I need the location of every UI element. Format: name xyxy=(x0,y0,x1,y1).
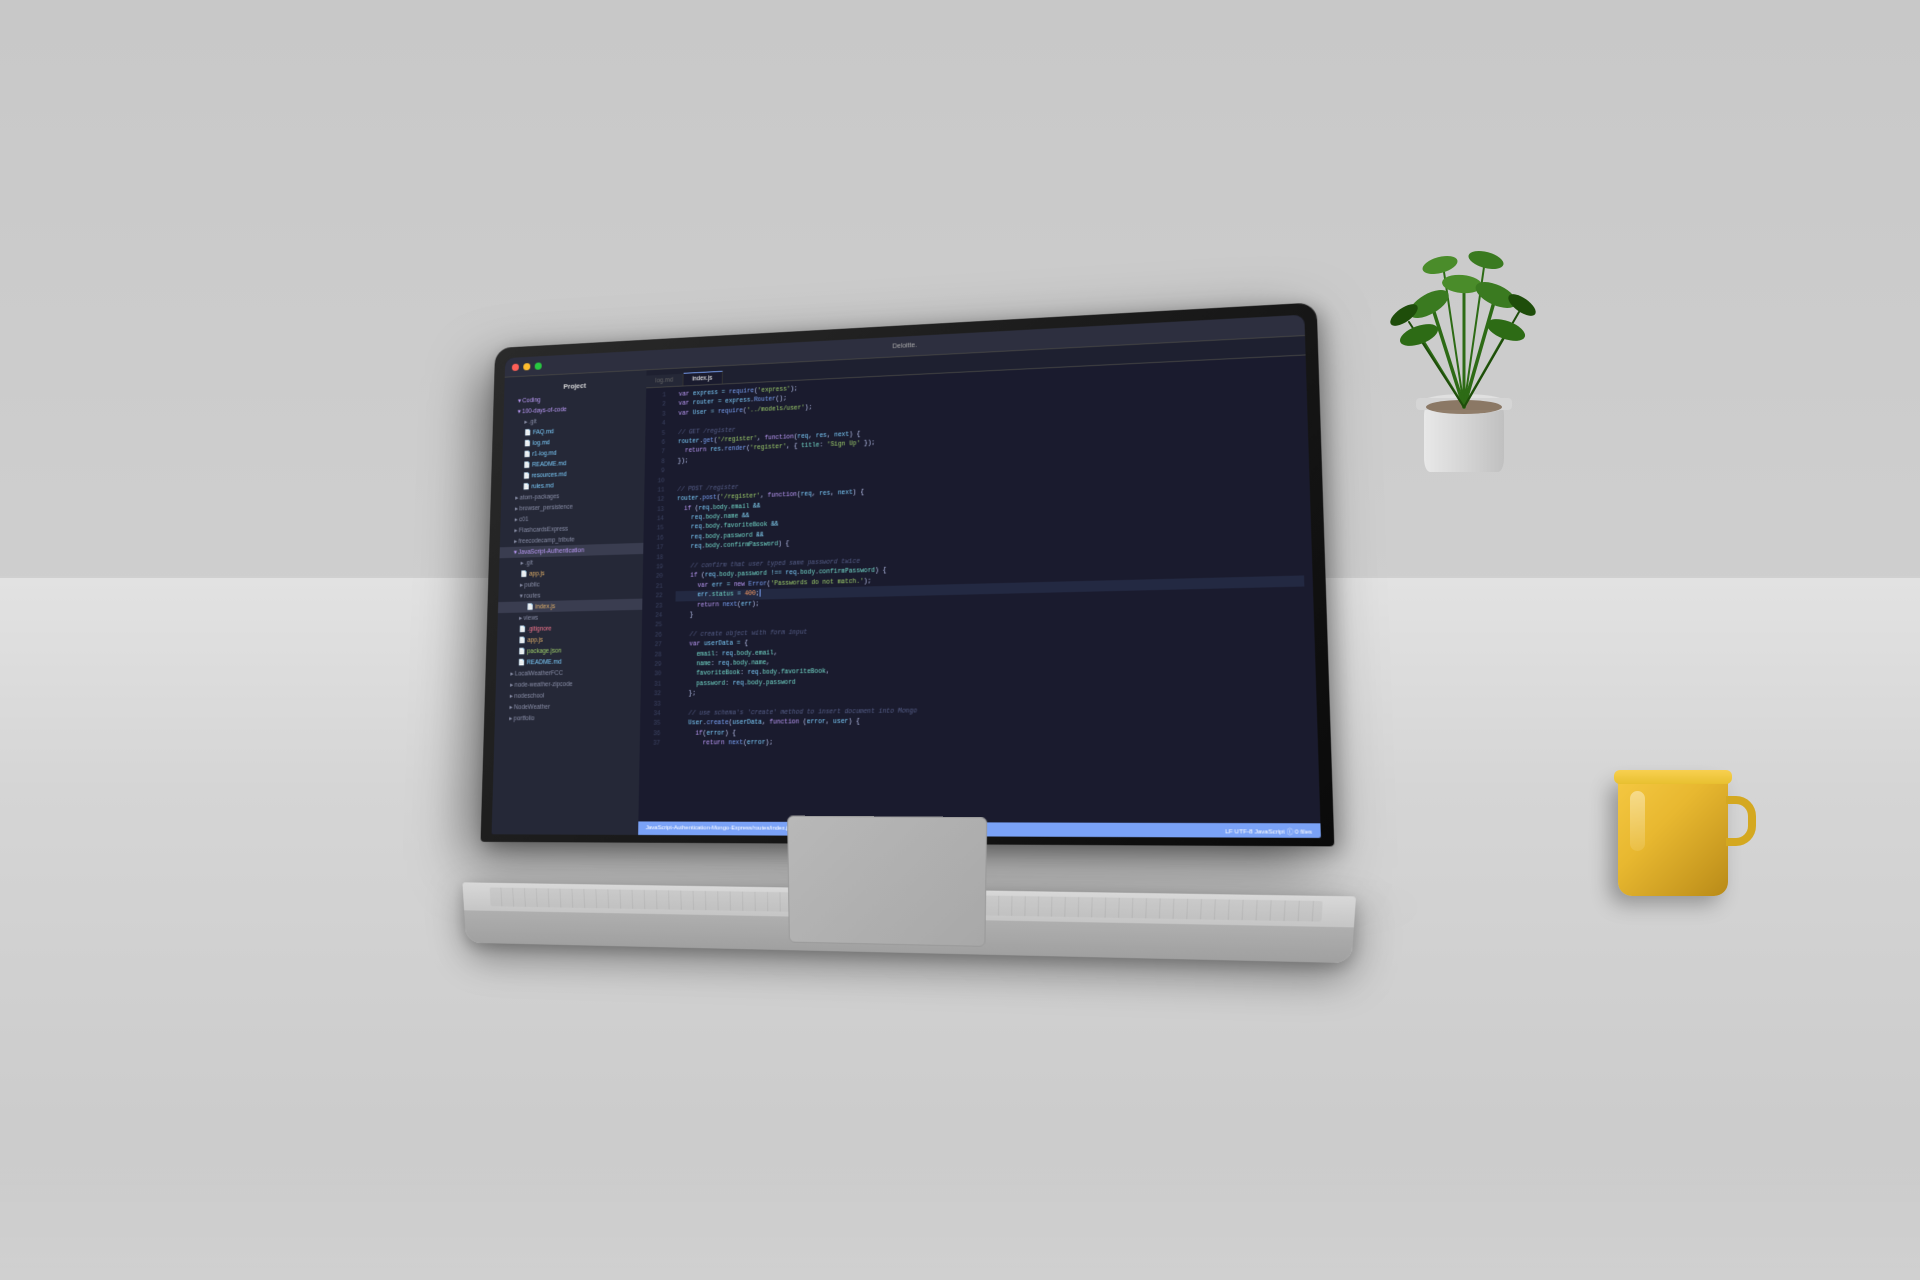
laptop-trackpad[interactable] xyxy=(787,816,987,947)
code-editor-area: log.md index.js 1234 5678 9101112 131415… xyxy=(638,336,1321,838)
mug-handle xyxy=(1726,796,1756,846)
desk-reflection xyxy=(0,1140,1920,1280)
maximize-dot[interactable] xyxy=(535,362,542,369)
mug-rim xyxy=(1614,770,1732,784)
mug-reflection xyxy=(1630,791,1645,851)
plant-svg xyxy=(1354,192,1574,472)
yellow-mug xyxy=(1618,776,1728,896)
laptop-screen: Deloitte. Project ▾ Coding ▾ 100-days-of… xyxy=(492,315,1321,838)
sidebar-item-portfolio[interactable]: ▸ portfolio xyxy=(495,711,641,724)
minimize-dot[interactable] xyxy=(523,363,530,370)
file-explorer-sidebar: Project ▾ Coding ▾ 100-days-of-code ▸ .g… xyxy=(492,370,647,835)
tab-index-js[interactable]: index.js xyxy=(683,371,723,386)
status-info: LF UTF-8 JavaScript ⓘ 0 files xyxy=(1225,826,1312,836)
status-path: JavaScript-Authentication-Mongo-Express/… xyxy=(646,825,801,831)
plant xyxy=(1354,192,1574,477)
screen-content: Deloitte. Project ▾ Coding ▾ 100-days-of… xyxy=(492,315,1321,838)
laptop: Deloitte. Project ▾ Coding ▾ 100-days-of… xyxy=(456,304,1356,1004)
laptop-lid: Deloitte. Project ▾ Coding ▾ 100-days-of… xyxy=(481,302,1335,846)
screen-body: Project ▾ Coding ▾ 100-days-of-code ▸ .g… xyxy=(492,336,1321,838)
laptop-base xyxy=(462,882,1356,963)
close-dot[interactable] xyxy=(512,363,519,370)
scene: Deloitte. Project ▾ Coding ▾ 100-days-of… xyxy=(0,0,1920,1280)
code-content[interactable]: var express = require('express'); var ro… xyxy=(665,355,1321,823)
tab-log-md[interactable]: log.md xyxy=(646,374,683,388)
mug-container xyxy=(1618,776,1728,896)
code-editor: 1234 5678 9101112 13141516 17181920 2122… xyxy=(638,355,1320,823)
